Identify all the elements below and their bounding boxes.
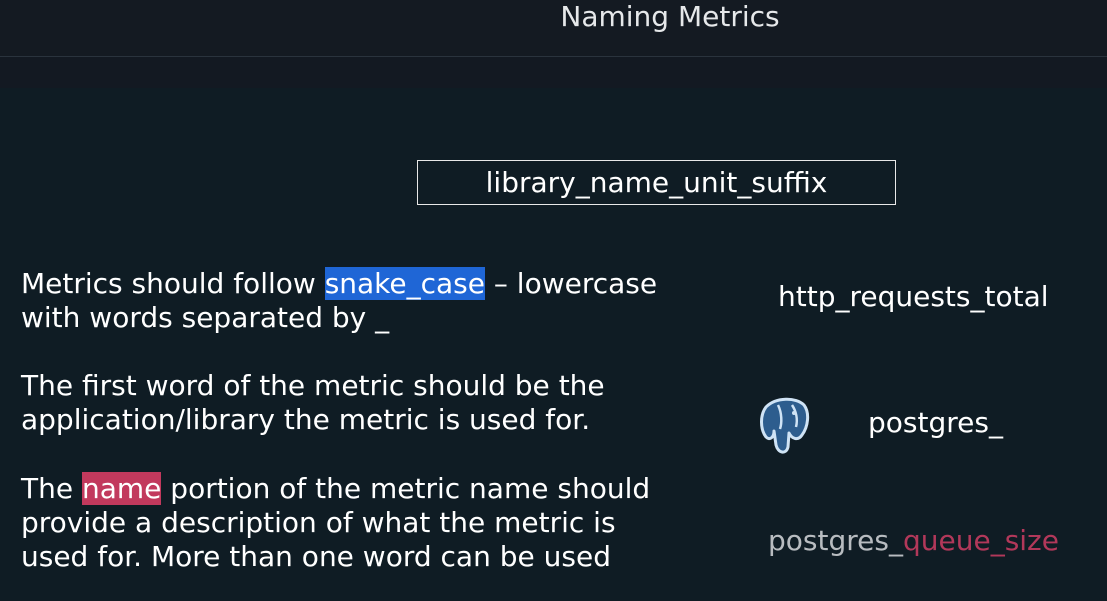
highlight-name: name <box>81 472 162 505</box>
header-divider-band <box>0 57 1107 88</box>
paragraph-snake-case: Metrics should follow snake_case – lower… <box>21 267 657 335</box>
example-prefix: postgres_ <box>768 524 903 557</box>
paragraph-line: The first word of the metric should be t… <box>21 369 605 402</box>
page-title: Naming Metrics <box>560 0 780 33</box>
example-name-portion: queue_size <box>902 524 1059 557</box>
naming-formula-box: library_name_unit_suffix <box>417 160 896 205</box>
paragraph-line: used for. More than one word can be used <box>21 540 611 573</box>
highlight-snake-case: snake_case <box>324 267 485 300</box>
example-postgres-queue-size: postgres_queue_size <box>768 524 1059 558</box>
text-run: portion of the metric name should <box>161 472 651 505</box>
paragraph-name-portion: The name portion of the metric name shou… <box>21 472 650 574</box>
paragraph-line: The name portion of the metric name shou… <box>21 472 650 506</box>
text-run: The <box>21 472 82 505</box>
paragraph-line: provide a description of what the metric… <box>21 506 616 539</box>
paragraph-first-word: The first word of the metric should be t… <box>21 369 605 437</box>
example-http-requests-total: http_requests_total <box>778 280 1049 313</box>
text-run: Metrics should follow <box>21 267 325 300</box>
naming-formula: library_name_unit_suffix <box>485 166 828 199</box>
example-postgres-prefix: postgres_ <box>868 406 1003 439</box>
paragraph-line: application/library the metric is used f… <box>21 403 591 436</box>
text-run: – lowercase <box>485 267 658 300</box>
paragraph-line: with words separated by _ <box>21 301 390 334</box>
title-bar: Naming Metrics <box>0 0 1107 57</box>
paragraph-line: Metrics should follow snake_case – lower… <box>21 267 657 301</box>
postgresql-elephant-icon <box>760 397 810 454</box>
